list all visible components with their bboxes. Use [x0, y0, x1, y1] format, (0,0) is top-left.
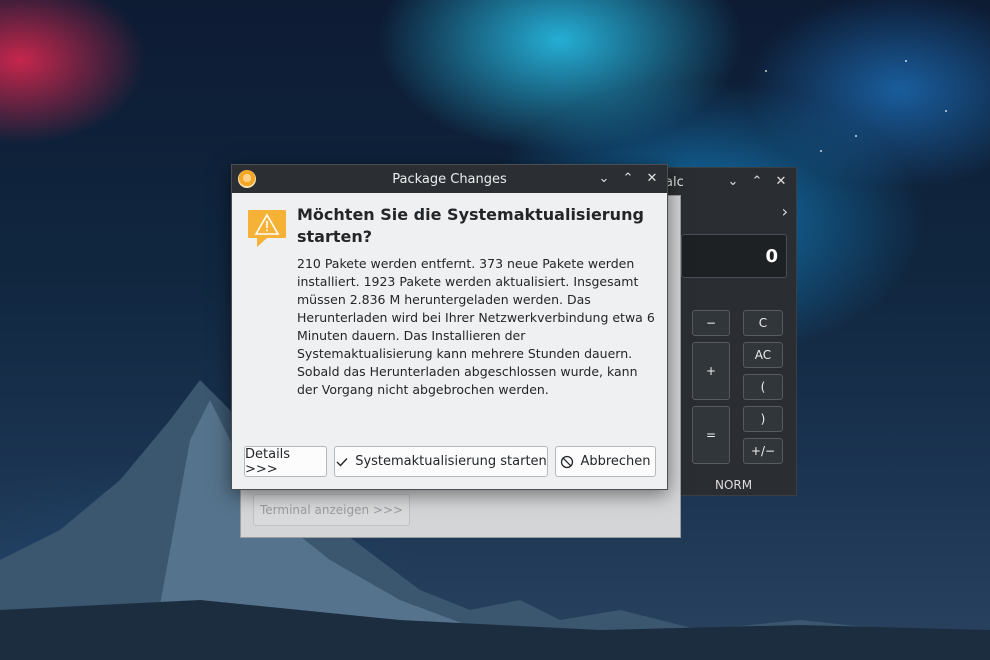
chevron-right-icon[interactable]: ›	[782, 202, 788, 221]
close-icon[interactable]: ✕	[772, 172, 790, 190]
terminal-button[interactable]: Terminal anzeigen >>>	[253, 494, 411, 526]
dialog-titlebar[interactable]: Package Changes ⌄ ⌃ ✕	[232, 165, 667, 193]
star	[765, 70, 767, 72]
calculator-display: 0	[681, 234, 787, 278]
updater-app-icon	[238, 170, 256, 188]
close-icon[interactable]: ✕	[643, 169, 661, 187]
details-button-label: Details >>>	[245, 446, 291, 477]
cancel-button-label: Abbrechen	[580, 454, 651, 469]
maximize-icon[interactable]: ⌃	[619, 169, 637, 187]
plus-minus-button[interactable]: +/−	[743, 438, 783, 464]
minus-button[interactable]: −	[692, 310, 730, 336]
cancel-button[interactable]: Abbrechen	[555, 446, 656, 477]
cancel-circle-icon	[561, 455, 574, 468]
details-button[interactable]: Details >>>	[244, 446, 327, 477]
star	[820, 150, 822, 152]
clear-button[interactable]: C	[743, 310, 783, 336]
minimize-icon[interactable]: ⌄	[724, 172, 742, 190]
maximize-icon[interactable]: ⌃	[748, 172, 766, 190]
open-paren-button[interactable]: (	[743, 374, 783, 400]
minimize-icon[interactable]: ⌄	[595, 169, 613, 187]
start-update-button[interactable]: Systemaktualisierung starten	[334, 446, 548, 477]
dialog-title: Package Changes	[392, 171, 507, 187]
dialog-message: 210 Pakete werden entfernt. 373 neue Pak…	[297, 256, 655, 397]
plus-button[interactable]: +	[692, 342, 730, 400]
equals-button[interactable]: =	[692, 406, 730, 464]
checkmark-icon	[336, 457, 348, 467]
close-paren-button[interactable]: )	[743, 406, 783, 432]
star	[905, 60, 907, 62]
package-changes-dialog: Package Changes ⌄ ⌃ ✕ Möchten Sie die Sy…	[231, 164, 668, 490]
dialog-heading: Möchten Sie die Systemaktualisierung sta…	[297, 205, 644, 246]
star	[945, 110, 947, 112]
star	[855, 135, 857, 137]
calculator-mode: NORM	[715, 478, 753, 492]
all-clear-button[interactable]: AC	[743, 342, 783, 368]
warning-icon	[248, 210, 286, 247]
start-update-button-label: Systemaktualisierung starten	[355, 454, 547, 469]
